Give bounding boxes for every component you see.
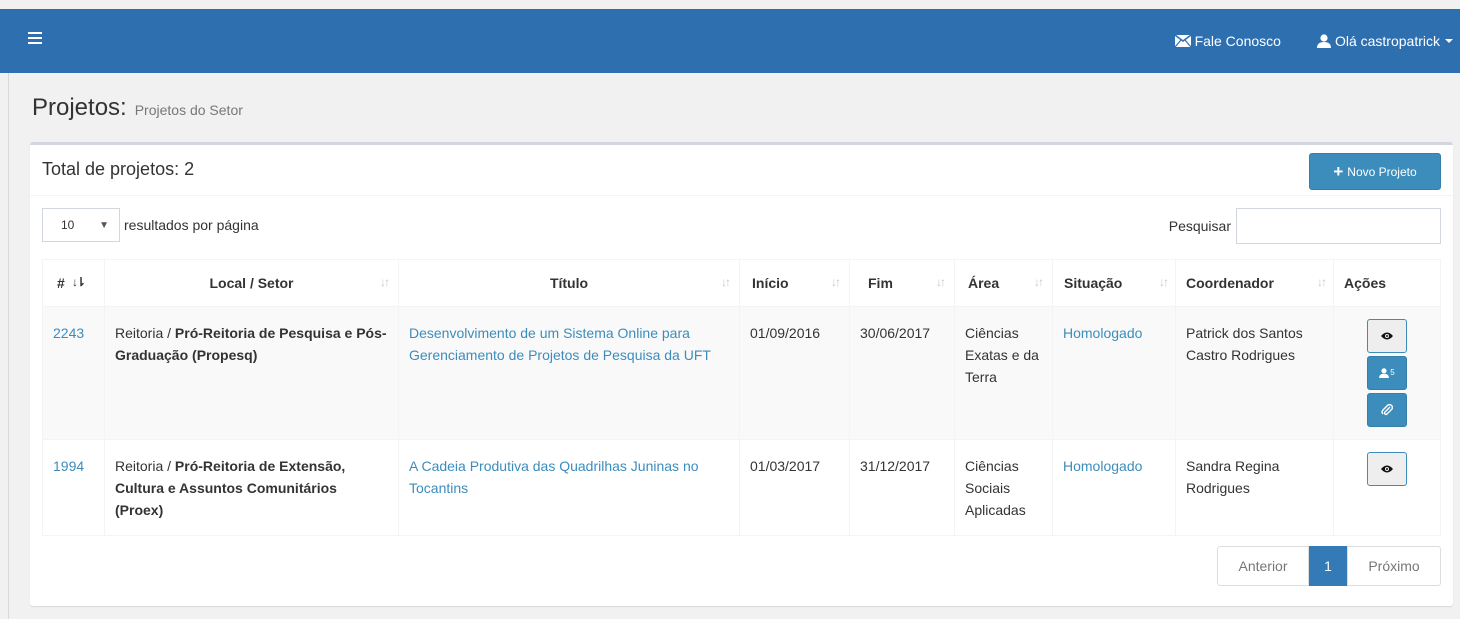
col-label: Ações (1344, 275, 1387, 291)
search-label: Pesquisar (1168, 218, 1231, 234)
envelope-icon (1174, 35, 1191, 47)
row-title-cell: A Cadeia Produtiva das Quadrilhas Junina… (398, 439, 740, 536)
col-label: Local / Setor (209, 275, 294, 291)
box-header: Total de projetos: 2 + Novo Projeto (30, 145, 1453, 196)
row-end-cell: 31/12/2017 (849, 439, 955, 536)
page-size-value: 10 (61, 218, 75, 232)
total-projects: Total de projetos: 2 (42, 159, 195, 179)
row-title-cell: Desenvolvimento de um Sistema Online par… (398, 306, 740, 440)
row-coordinator-cell: Patrick dos Santos Castro Rodrigues (1175, 306, 1334, 440)
chevron-down-icon (1445, 39, 1453, 43)
length-control: 10 ▼ resultados por página (42, 208, 259, 242)
col-label: Título (549, 275, 589, 291)
attachments-button[interactable] (1367, 393, 1407, 427)
user-menu[interactable]: Olá castropatrick (1316, 33, 1453, 49)
project-id-link[interactable]: 1994 (53, 458, 84, 474)
page-subtitle: Projetos do Setor (134, 102, 243, 118)
row-actions-cell (1333, 439, 1441, 536)
members-count: 5 (1390, 368, 1395, 377)
row-area-cell: Ciências Sociais Aplicadas (954, 439, 1053, 536)
sidebar-divider (8, 73, 9, 619)
col-coordinator[interactable]: Coordenador ↓↑ (1175, 259, 1334, 307)
navbar-right: Fale Conosco Olá castropatrick (1139, 9, 1453, 73)
members-button[interactable]: 5 (1367, 356, 1407, 390)
row-status-cell: Homologado (1052, 439, 1176, 536)
paperclip-icon (1381, 404, 1393, 416)
sort-desc-icon: ↓⇂ (71, 275, 86, 289)
row-start-cell: 01/09/2016 (739, 306, 850, 440)
page-header: Projetos: Projetos do Setor (32, 94, 243, 122)
pagination-prev[interactable]: Anterior (1217, 546, 1309, 586)
view-button[interactable] (1367, 319, 1407, 353)
top-navbar: Fale Conosco Olá castropatrick (0, 9, 1460, 73)
col-area[interactable]: Área ↓↑ (954, 259, 1053, 307)
contact-link[interactable]: Fale Conosco (1174, 33, 1281, 49)
local-prefix: Reitoria / (115, 325, 175, 341)
projects-box: Total de projetos: 2 + Novo Projeto 10 ▼… (30, 142, 1453, 606)
col-label: Coordenador (1186, 275, 1274, 291)
col-label: Área (968, 275, 1000, 291)
project-title-link[interactable]: Desenvolvimento de um Sistema Online par… (409, 325, 711, 363)
table-header: # ↓⇂ Local / Setor ↓↑ Título ↓↑ Início ↓↑ Fi… (42, 259, 1441, 307)
status-link[interactable]: Homologado (1063, 325, 1142, 341)
new-project-button[interactable]: + Novo Projeto (1309, 153, 1441, 190)
table-row: 1994 Reitoria / Pró-Reitoria de Extensão… (42, 439, 1441, 536)
col-label: Fim (868, 275, 893, 291)
row-area-cell: Ciências Exatas e da Terra (954, 306, 1053, 440)
pagination-current[interactable]: 1 (1309, 546, 1347, 586)
row-local-cell: Reitoria / Pró-Reitoria de Extensão, Cul… (104, 439, 399, 536)
row-end-cell: 30/06/2017 (849, 306, 955, 440)
eye-icon (1381, 332, 1393, 340)
row-start-cell: 01/03/2017 (739, 439, 850, 536)
search-control: Pesquisar (1169, 208, 1441, 244)
col-label: Início (752, 275, 789, 291)
eye-icon (1381, 465, 1393, 473)
new-project-label: Novo Projeto (1347, 164, 1417, 179)
status-link[interactable]: Homologado (1063, 458, 1142, 474)
col-label: # (57, 275, 65, 291)
col-status[interactable]: Situação ↓↑ (1052, 259, 1176, 307)
sort-icon: ↓↑ (1159, 275, 1169, 289)
col-label: Situação (1064, 275, 1123, 291)
col-end[interactable]: Fim ↓↑ (849, 259, 955, 307)
pagination-next[interactable]: Próximo (1347, 546, 1441, 586)
col-id[interactable]: # ↓⇂ (42, 259, 105, 307)
pagination: Anterior 1 Próximo (1217, 546, 1441, 586)
sort-icon: ↓↑ (1317, 275, 1327, 289)
page-size-label: resultados por página (124, 217, 259, 233)
col-actions: Ações (1333, 259, 1441, 307)
row-actions-cell: 5 (1333, 306, 1441, 440)
row-coordinator-cell: Sandra Regina Rodrigues (1175, 439, 1334, 536)
search-input[interactable] (1236, 208, 1441, 244)
row-id-cell: 1994 (42, 439, 105, 536)
page-title: Projetos: (32, 94, 127, 121)
sort-icon: ↓↑ (1034, 275, 1044, 289)
sort-icon: ↓↑ (936, 275, 946, 289)
view-button[interactable] (1367, 452, 1407, 486)
user-label: Olá castropatrick (1334, 33, 1440, 49)
table-row: 2243 Reitoria / Pró-Reitoria de Pesquisa… (42, 306, 1441, 440)
hamburger-icon[interactable] (28, 32, 42, 45)
contact-label: Fale Conosco (1194, 33, 1281, 49)
row-local-cell: Reitoria / Pró-Reitoria de Pesquisa e Pó… (104, 306, 399, 440)
user-icon (1316, 34, 1331, 48)
col-title[interactable]: Título ↓↑ (398, 259, 740, 307)
project-title-link[interactable]: A Cadeia Produtiva das Quadrilhas Junina… (409, 458, 699, 496)
col-start[interactable]: Início ↓↑ (739, 259, 850, 307)
projects-table: # ↓⇂ Local / Setor ↓↑ Título ↓↑ Início ↓↑ Fi… (42, 259, 1441, 536)
sort-icon: ↓↑ (721, 275, 731, 289)
sort-icon: ↓↑ (831, 275, 841, 289)
dropdown-arrow-icon: ▼ (99, 219, 109, 231)
row-status-cell: Homologado (1052, 306, 1176, 440)
page-size-select[interactable]: 10 ▼ (42, 208, 120, 242)
project-id-link[interactable]: 2243 (53, 325, 84, 341)
plus-icon: + (1333, 161, 1344, 181)
local-prefix: Reitoria / (115, 458, 175, 474)
col-local[interactable]: Local / Setor ↓↑ (104, 259, 399, 307)
row-id-cell: 2243 (42, 306, 105, 440)
sort-icon: ↓↑ (380, 275, 390, 289)
user-icon (1379, 368, 1390, 378)
